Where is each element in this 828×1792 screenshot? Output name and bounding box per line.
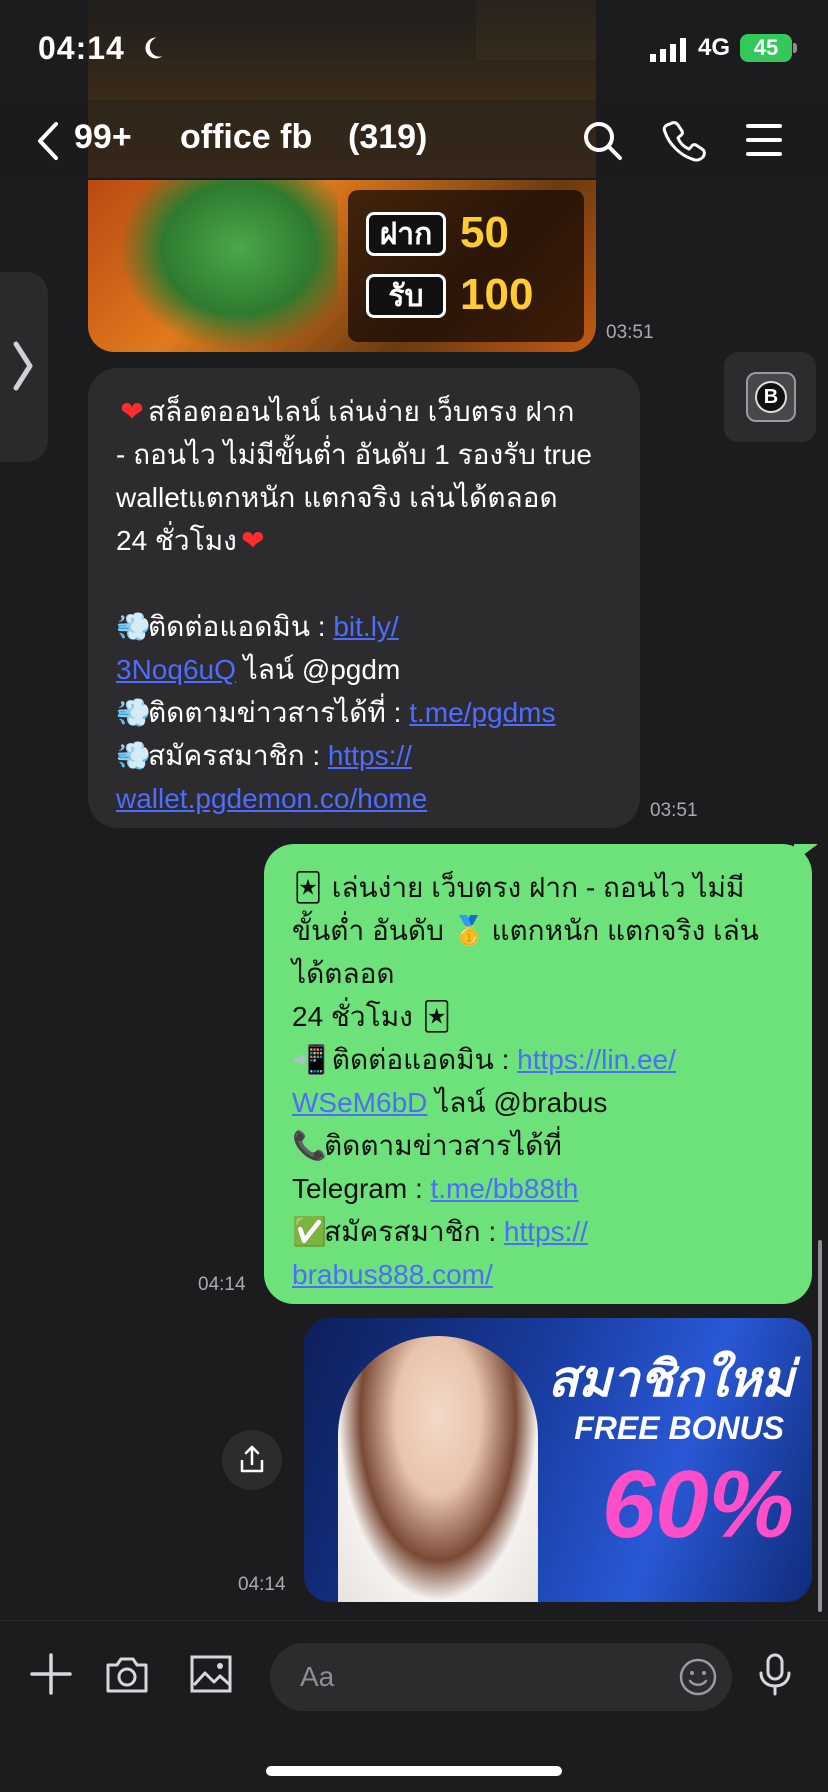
chevron-right-icon <box>13 341 33 391</box>
receive-label: รับ <box>366 274 446 318</box>
message-time: 04:14 <box>238 1574 286 1595</box>
signup-link[interactable]: https:// <box>504 1216 588 1247</box>
contact-link[interactable]: https://lin.ee/ <box>517 1044 676 1075</box>
signup-link[interactable]: brabus888.com/ <box>292 1259 493 1290</box>
message-time: 04:14 <box>198 1274 246 1295</box>
camera-icon[interactable] <box>104 1651 150 1697</box>
heart-icon: ❤ <box>241 525 265 556</box>
message-text: walletแตกหนัก แตกจริง เล่นได้ตลอด <box>116 482 558 513</box>
receive-value: 100 <box>460 270 534 319</box>
side-panel-tab[interactable] <box>0 272 48 462</box>
deposit-label: ฝาก <box>366 212 446 256</box>
share-button[interactable] <box>222 1430 282 1490</box>
status-time: 04:14 <box>38 30 125 66</box>
message-time: 03:51 <box>606 322 654 343</box>
line-id: ไลน์ @brabus <box>427 1087 608 1118</box>
promo-headline: สมาชิกใหม่ <box>547 1351 794 1407</box>
telephone-icon: 📞 <box>292 1130 327 1161</box>
floating-brand-button[interactable]: B <box>724 352 816 442</box>
card-icon: 🃏 <box>293 872 323 903</box>
message-text: 24 ชั่วโมง <box>116 525 237 556</box>
news-label: ติดตามข่าวสารได้ที่ : <box>148 697 410 728</box>
signal-icon <box>650 38 686 62</box>
promo-image-1[interactable]: ฝาก 50 รับ 100 <box>88 180 596 352</box>
promo-percent: 60% <box>601 1451 794 1558</box>
deposit-value: 50 <box>460 208 509 257</box>
contact-link[interactable]: 3Noq6uQ <box>116 654 236 685</box>
message-text: 24 ชั่วโมง <box>292 1001 421 1032</box>
brand-logo: B <box>746 372 796 422</box>
chevron-left-icon[interactable] <box>34 120 62 162</box>
message-input[interactable]: Aa <box>270 1643 732 1711</box>
logo-letter: B <box>755 381 787 413</box>
card-icon: 🃏 <box>422 1001 451 1032</box>
telegram-link[interactable]: t.me/bb88th <box>431 1173 579 1204</box>
promo-image-2[interactable]: สมาชิกใหม่ FREE BONUS 60% <box>304 1318 812 1602</box>
line-id: ไลน์ @pgdm <box>235 654 401 685</box>
check-icon: ✅ <box>292 1216 327 1247</box>
chat-title[interactable]: office fb <box>180 118 312 157</box>
signup-link[interactable]: wallet.pgdemon.co/home <box>116 783 427 814</box>
contact-label: ติดต่อแอดมิน : <box>148 611 334 642</box>
medal-icon: 🥇 <box>451 915 487 946</box>
battery-tip <box>793 43 797 53</box>
search-icon[interactable] <box>580 118 624 162</box>
message-text: แตกหนัก แตกจริง เล่น <box>483 915 759 946</box>
signup-label: สมัครสมาชิก : <box>324 1216 504 1247</box>
message-text: - ถอนไว ไม่มีขั้นต่ำ อันดับ 1 รองรับ tru… <box>116 439 592 470</box>
dash-icon: 💨 <box>116 697 151 728</box>
home-indicator <box>266 1766 562 1776</box>
bubble-tail <box>794 844 818 862</box>
menu-icon[interactable] <box>742 118 786 162</box>
promo-subline: FREE BONUS <box>574 1410 784 1446</box>
chat-header: 99+ office fb (319) <box>0 100 828 180</box>
status-bar: 04:14 4G 45 <box>0 0 828 100</box>
message-text: ได้ตลอด <box>292 958 395 989</box>
signup-link[interactable]: https:// <box>328 740 412 771</box>
battery-level: 45 <box>740 34 792 62</box>
message-text: สล็อตออนไลน์ เล่นง่าย เว็บตรง ฝาก <box>148 396 575 427</box>
news-link[interactable]: t.me/pgdms <box>409 697 555 728</box>
network-type: 4G <box>698 34 731 61</box>
dash-icon: 💨 <box>116 740 151 771</box>
dash-icon: 💨 <box>116 611 151 642</box>
phone-icon[interactable] <box>662 118 706 162</box>
microphone-icon[interactable] <box>752 1651 798 1697</box>
message-time: 03:51 <box>650 800 698 821</box>
member-count[interactable]: (319) <box>348 118 427 157</box>
telegram-label: Telegram : <box>292 1173 431 1204</box>
scrollbar[interactable] <box>818 1240 822 1612</box>
incoming-message[interactable]: ❤ สล็อตออนไลน์ เล่นง่าย เว็บตรง ฝาก - ถอน… <box>88 368 640 828</box>
message-text: เล่นง่าย เว็บตรง ฝาก - ถอนไว ไม่มี <box>324 872 745 903</box>
signup-label: สมัครสมาชิก : <box>148 740 328 771</box>
news-label: ติดตามข่าวสารได้ที่ <box>324 1130 562 1161</box>
mobile-icon: 📲 <box>292 1044 327 1075</box>
outgoing-message[interactable]: 🃏 เล่นง่าย เว็บตรง ฝาก - ถอนไว ไม่มี ขั้… <box>264 844 818 1304</box>
share-icon <box>240 1445 264 1473</box>
image-icon[interactable] <box>188 1651 234 1697</box>
contact-link[interactable]: bit.ly/ <box>333 611 398 642</box>
moon-icon <box>145 37 163 59</box>
message-text: ขั้นต่ำ อันดับ <box>292 915 452 946</box>
unread-count[interactable]: 99+ <box>74 118 132 157</box>
contact-label: ติดต่อแอดมิน : <box>324 1044 518 1075</box>
input-placeholder: Aa <box>300 1661 335 1692</box>
promo-sign: ฝาก 50 รับ 100 <box>348 190 584 342</box>
heart-icon: ❤ <box>120 396 144 427</box>
dragon-illustration <box>118 180 338 352</box>
plus-icon[interactable] <box>28 1651 74 1697</box>
contact-link[interactable]: WSeM6bD <box>292 1087 427 1118</box>
emoji-icon[interactable] <box>678 1657 718 1697</box>
